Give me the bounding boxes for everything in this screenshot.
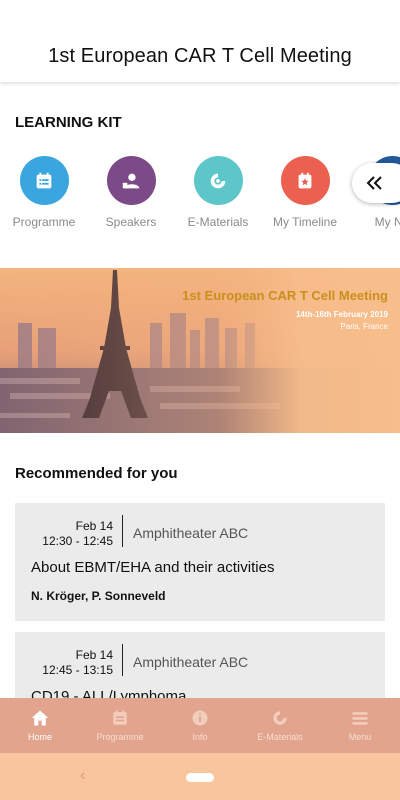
tab-label: E-Materials [257, 732, 303, 742]
kit-label: My Timeline [272, 215, 337, 229]
session-date: Feb 14 [75, 519, 113, 533]
banner-dates: 14th-16th February 2019 [295, 310, 388, 319]
bottom-tab-bar: Home Programme Info E-Materials Menu [0, 698, 400, 753]
star-calendar-icon [280, 156, 330, 205]
tab-info[interactable]: Info [160, 698, 240, 753]
kit-label: Speakers [105, 215, 157, 229]
kit-label: Programme [12, 215, 76, 229]
home-gesture-pill[interactable] [186, 773, 214, 782]
tab-home[interactable]: Home [0, 698, 80, 753]
session-date: Feb 14 [75, 648, 113, 662]
session-hours: 12:45 - 13:15 [42, 663, 113, 677]
person-icon [106, 156, 156, 205]
app-screen: 1st European CAR T Cell Meeting LEARNING… [0, 0, 400, 800]
tab-e-materials[interactable]: E-Materials [240, 698, 320, 753]
tab-programme[interactable]: Programme [80, 698, 160, 753]
banner-title: 1st European CAR T Cell Meeting [182, 288, 388, 303]
banner-place: Paris, France [340, 322, 388, 331]
materials-icon [273, 711, 287, 725]
learning-kit-row: Programme Speakers E-Materials My Timeli… [0, 156, 400, 236]
system-nav-bar: ‹ [0, 753, 400, 800]
recommended-title: Recommended for you [15, 465, 178, 482]
home-icon [31, 710, 49, 726]
divider [122, 515, 123, 547]
event-banner[interactable]: 1st European CAR T Cell Meeting 14th-16t… [0, 268, 400, 433]
tab-label: Menu [348, 732, 372, 742]
kit-label: My No [374, 215, 400, 229]
tab-menu[interactable]: Menu [320, 698, 400, 753]
double-chevron-left-icon [366, 176, 382, 190]
session-speakers: N. Kröger, P. Sonneveld [31, 589, 166, 603]
kit-item-programme[interactable]: Programme [0, 156, 88, 229]
calendar-icon [19, 156, 69, 205]
calendar-icon [113, 710, 127, 725]
back-icon[interactable]: ‹ [80, 767, 85, 785]
app-header: 1st European CAR T Cell Meeting [0, 0, 400, 82]
session-room: Amphitheater ABC [133, 654, 249, 670]
kit-label: E-Materials [187, 215, 249, 229]
session-hours: 12:30 - 12:45 [42, 534, 113, 548]
menu-icon [352, 712, 368, 725]
kit-item-speakers[interactable]: Speakers [87, 156, 175, 229]
tab-label: Info [192, 732, 208, 742]
kit-item-e-materials[interactable]: E-Materials [174, 156, 262, 229]
info-icon [192, 710, 208, 726]
divider [122, 644, 123, 676]
page-title: 1st European CAR T Cell Meeting [48, 44, 352, 67]
learning-kit-title: LEARNING KIT [15, 114, 122, 131]
kit-item-my-timeline[interactable]: My Timeline [261, 156, 349, 229]
session-time: Feb 14 12:30 - 12:45 [29, 519, 113, 549]
session-card[interactable]: Feb 14 12:30 - 12:45 Amphitheater ABC Ab… [15, 503, 385, 621]
tab-label: Programme [96, 732, 144, 742]
session-time: Feb 14 12:45 - 13:15 [29, 648, 113, 678]
session-title: About EBMT/EHA and their activities [31, 559, 275, 576]
tab-label: Home [27, 732, 52, 742]
materials-icon [193, 156, 243, 205]
collapse-kit-button[interactable] [352, 163, 400, 203]
session-room: Amphitheater ABC [133, 525, 249, 541]
